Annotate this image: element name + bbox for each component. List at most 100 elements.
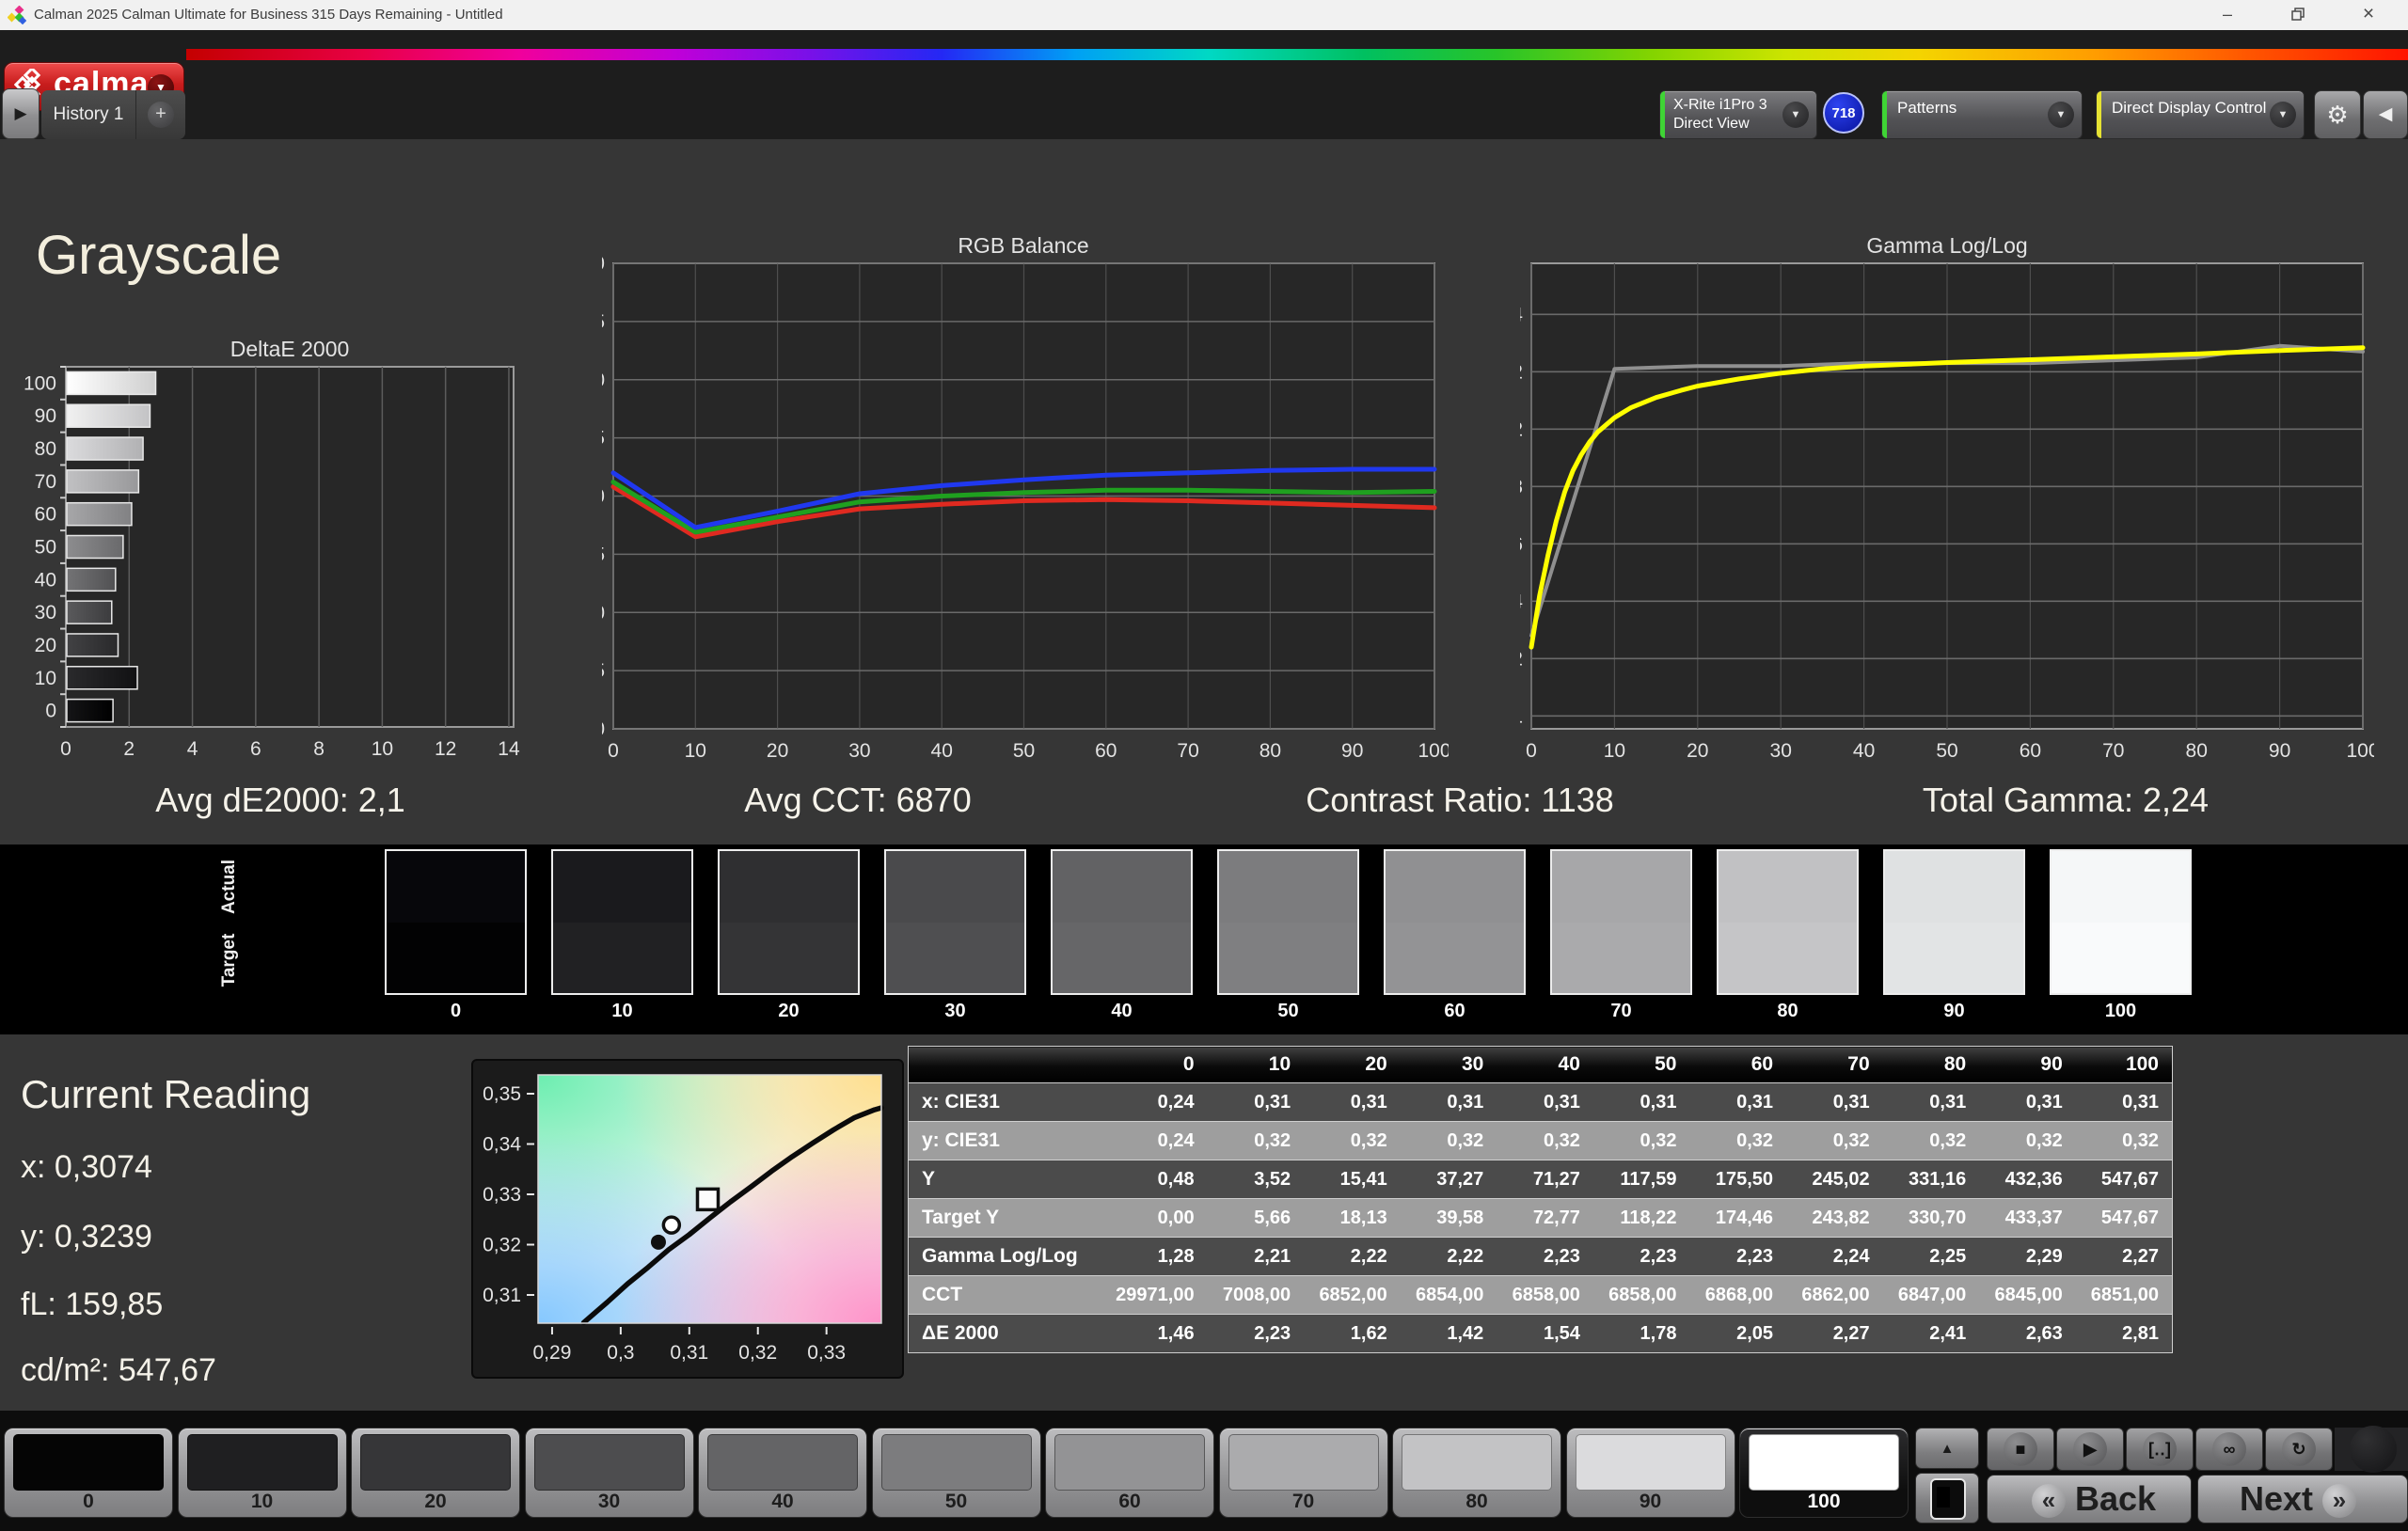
target-swatch xyxy=(1386,922,1524,993)
pattern-button-80[interactable]: 80 xyxy=(1392,1428,1561,1518)
pattern-button-60[interactable]: 60 xyxy=(1045,1428,1214,1518)
pattern-button-0[interactable]: 0 xyxy=(4,1428,173,1518)
tab-scroll-button[interactable]: ▶ xyxy=(2,88,40,139)
svg-text:1,2: 1,2 xyxy=(1520,648,1523,670)
pattern-button-20[interactable]: 20 xyxy=(351,1428,520,1518)
chevron-down-icon: ▼ xyxy=(2048,102,2074,128)
app-icon xyxy=(8,6,26,24)
pattern-window-icon xyxy=(1930,1478,1966,1520)
table-cell: 6854,00 xyxy=(1400,1275,1497,1315)
swatch-level-label: 40 xyxy=(1111,1001,1133,1021)
pattern-button-label: 70 xyxy=(1291,1491,1315,1512)
svg-text:10: 10 xyxy=(372,738,393,760)
svg-text:0,31: 0,31 xyxy=(483,1285,521,1306)
table-cell: 1,78 xyxy=(1592,1314,1690,1353)
grayscale-swatch-30 xyxy=(884,849,1026,995)
strip-row-label: Target xyxy=(219,933,239,987)
svg-text:90: 90 xyxy=(1341,740,1363,762)
svg-text:50: 50 xyxy=(1936,740,1957,762)
svg-text:85: 85 xyxy=(602,660,605,682)
pattern-window-button[interactable] xyxy=(1915,1473,1979,1523)
table-cell: 2,27 xyxy=(2075,1237,2173,1276)
settings-button[interactable]: ⚙ xyxy=(2314,90,2361,139)
table-cell: 6847,00 xyxy=(1882,1275,1980,1315)
table-cell: 330,70 xyxy=(1882,1198,1980,1238)
pattern-button-30[interactable]: 30 xyxy=(524,1428,694,1518)
back-button[interactable]: «Back xyxy=(1987,1475,2192,1523)
table-cell: 2,29 xyxy=(1979,1237,2076,1276)
svg-text:115: 115 xyxy=(602,311,605,333)
next-button[interactable]: Next» xyxy=(2197,1475,2408,1523)
svg-text:1,4: 1,4 xyxy=(1520,591,1523,612)
svg-text:70: 70 xyxy=(35,471,56,493)
loop-icon: ∞ xyxy=(2212,1432,2246,1466)
tab-history[interactable]: History 1 xyxy=(41,90,135,139)
minimize-button[interactable]: – xyxy=(2206,0,2249,30)
patterns-dropdown[interactable]: Patterns ▼ xyxy=(1881,90,2083,139)
table-cell: 18,13 xyxy=(1304,1198,1401,1238)
meter-badge[interactable]: 718 xyxy=(1823,92,1864,134)
table-cell: 1,28 xyxy=(1111,1237,1208,1276)
table-cell: 432,36 xyxy=(1979,1160,2076,1199)
reading-fl: fL: 159,85 xyxy=(21,1286,164,1322)
table-cell: 0,00 xyxy=(1111,1198,1208,1238)
row-label: x: CIE31 xyxy=(908,1082,1111,1122)
row-label: ΔE 2000 xyxy=(908,1314,1111,1353)
table-cell: 72,77 xyxy=(1497,1198,1593,1238)
close-button[interactable]: × xyxy=(2347,0,2390,30)
table-cell: 0,32 xyxy=(1592,1121,1690,1160)
chevron-down-icon: ▼ xyxy=(1782,102,1809,128)
actual-swatch xyxy=(886,851,1024,923)
table-cell: 2,23 xyxy=(1592,1237,1690,1276)
table-row: Target Y 0,00 5,66 18,13 39,58 72,77 118,22 174… xyxy=(908,1198,2173,1238)
loop-button[interactable]: ∞ xyxy=(2195,1428,2263,1471)
pattern-button-70[interactable]: 70 xyxy=(1218,1428,1388,1518)
svg-text:0: 0 xyxy=(608,740,619,762)
actual-swatch xyxy=(387,851,525,923)
table-row: y: CIE31 0,24 0,32 0,32 0,32 0,32 0,32 0,32 0,32… xyxy=(908,1121,2173,1160)
table-cell: 0,24 xyxy=(1111,1082,1208,1122)
column-header: 0 xyxy=(1111,1046,1208,1083)
stop-button[interactable]: ■ xyxy=(1987,1428,2054,1471)
table-cell: 2,25 xyxy=(1882,1237,1980,1276)
display-control-dropdown[interactable]: Direct Display Control ▼ xyxy=(2096,90,2305,139)
svg-text:10: 10 xyxy=(35,668,56,689)
expand-up-button[interactable]: ▲ xyxy=(1915,1428,1979,1469)
meter-dropdown[interactable]: X-Rite i1Pro 3 Direct View ▼ xyxy=(1659,90,1817,139)
svg-text:0,34: 0,34 xyxy=(483,1134,521,1156)
pattern-swatch xyxy=(1054,1434,1205,1491)
table-row: ΔE 2000 1,46 2,23 1,62 1,42 1,54 1,78 2,05 2,27 2… xyxy=(908,1314,2173,1353)
table-cell: 1,42 xyxy=(1400,1314,1497,1353)
pattern-button-10[interactable]: 10 xyxy=(177,1428,347,1518)
target-swatch xyxy=(1053,922,1191,993)
deltae-chart: DeltaE 2000 0 2 4 6 8 10 12 14 100 90 80 70 60 50 40 30… xyxy=(19,329,536,792)
table-row: Gamma Log/Log 1,28 2,21 2,22 2,22 2,23 2,23 2,2… xyxy=(908,1237,2173,1276)
pattern-button-90[interactable]: 90 xyxy=(1565,1428,1735,1518)
reading-y: y: 0,3239 xyxy=(21,1219,152,1255)
table-cell: 2,23 xyxy=(1689,1237,1787,1276)
svg-text:0: 0 xyxy=(1526,740,1537,762)
grayscale-swatch-0 xyxy=(385,849,527,995)
pattern-button-50[interactable]: 50 xyxy=(871,1428,1041,1518)
add-tab-button[interactable]: + xyxy=(135,90,185,139)
collapse-panel-button[interactable]: ◀ xyxy=(2363,90,2408,139)
actual-swatch xyxy=(1885,851,2023,923)
pattern-swatch xyxy=(880,1434,1032,1491)
swatch-level-label: 90 xyxy=(1943,1001,1965,1021)
column-header xyxy=(908,1046,1111,1083)
play-button[interactable]: ▶ xyxy=(2056,1428,2124,1471)
table-cell: 2,23 xyxy=(1497,1237,1593,1276)
step-pattern-button[interactable]: [‥] xyxy=(2126,1428,2194,1471)
actual-swatch xyxy=(1053,851,1191,923)
avg-de2000-stat: Avg dE2000: 2,1 xyxy=(155,781,405,819)
avg-cct-stat: Avg CCT: 6870 xyxy=(744,781,972,819)
pattern-button-100[interactable]: 100 xyxy=(1739,1428,1909,1518)
swatch-level-label: 0 xyxy=(450,1001,462,1021)
table-cell: 7008,00 xyxy=(1207,1275,1305,1315)
refresh-button[interactable]: ↻ xyxy=(2265,1428,2333,1471)
svg-text:100: 100 xyxy=(602,486,605,508)
restore-button[interactable] xyxy=(2276,0,2320,30)
table-cell: 0,24 xyxy=(1111,1121,1208,1160)
pattern-button-40[interactable]: 40 xyxy=(698,1428,867,1518)
target-swatch xyxy=(1719,922,1857,993)
